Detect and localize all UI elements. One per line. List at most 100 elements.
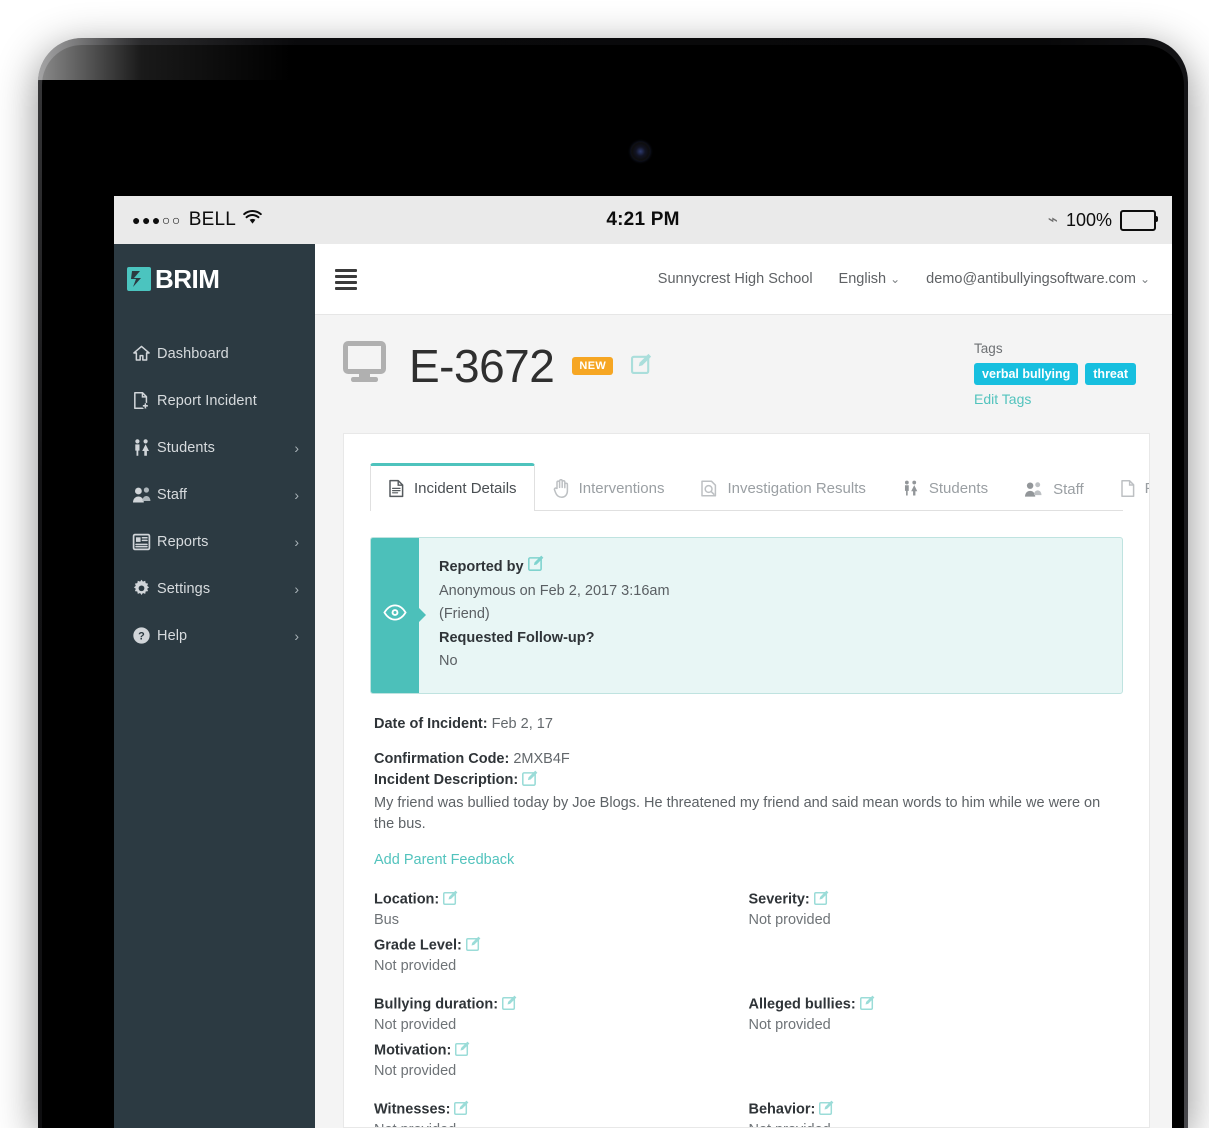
question-icon: ?: [132, 626, 157, 645]
tag-chip[interactable]: verbal bullying: [974, 363, 1078, 385]
edit-title-icon[interactable]: [631, 353, 652, 379]
front-camera-icon: [631, 142, 650, 161]
tab-students[interactable]: Students: [884, 465, 1006, 511]
location-value: Bus: [374, 912, 749, 928]
sidebar-item-label: Staff: [157, 487, 294, 503]
fields-row-1: Location: Bus Grade Level:: [374, 890, 1123, 995]
fields-row-2: Bullying duration: Not provided Motivati…: [374, 995, 1123, 1100]
edit-witnesses-icon[interactable]: [454, 1100, 469, 1119]
sidebar-item-settings[interactable]: Settings ›: [114, 565, 315, 612]
sidebar-item-label: Dashboard: [157, 346, 299, 362]
tab-label: Investigation Results: [727, 480, 865, 497]
behavior-label: Behavior:: [749, 1101, 816, 1117]
witnesses-label: Witnesses:: [374, 1101, 450, 1117]
svg-text:?: ?: [138, 631, 145, 643]
fields-row-3: Witnesses: Not provided Staff notified?:: [374, 1100, 1123, 1128]
tab-interventions[interactable]: Interventions: [535, 465, 683, 511]
status-clock: 4:21 PM: [114, 209, 1172, 231]
tab-label: Students: [929, 480, 988, 497]
status-badge: NEW: [572, 357, 613, 375]
page-header-left: E-3672 NEW: [343, 341, 652, 390]
edit-location-icon[interactable]: [443, 890, 458, 909]
confirmation-code-value: 2MXB4F: [513, 751, 569, 767]
fields-col-right: Alleged bullies: Not provided: [749, 995, 1124, 1100]
sidebar-item-label: Reports: [157, 534, 294, 550]
sidebar: BRIM Dashboard Report Incident: [114, 244, 315, 1128]
edit-description-icon[interactable]: [522, 770, 538, 790]
edit-alleged-bullies-icon[interactable]: [860, 995, 875, 1014]
grade-level-value: Not provided: [374, 958, 749, 974]
fields-col-right: Severity: Not provided: [749, 890, 1124, 995]
reported-by-heading: Reported by: [439, 555, 670, 580]
witnesses-group: Witnesses: Not provided Staff notified?:: [374, 1100, 749, 1128]
edit-bullying-duration-icon[interactable]: [502, 995, 517, 1014]
motivation-value: Not provided: [374, 1063, 749, 1079]
app-root: BRIM Dashboard Report Incident: [114, 244, 1172, 1128]
bullying-duration-label: Bullying duration:: [374, 996, 498, 1012]
edit-severity-icon[interactable]: [814, 890, 829, 909]
chevron-right-icon: ›: [294, 534, 299, 550]
severity-value: Not provided: [749, 912, 1124, 928]
tab-investigation-results[interactable]: Investigation Results: [682, 465, 883, 511]
reported-by-panel: Reported by Anonymous on Feb 2, 2017 3:1…: [370, 537, 1123, 694]
sidebar-item-report-incident[interactable]: Report Incident: [114, 377, 315, 424]
ios-status-bar: ●●●○○ BELL 4:21 PM ⌁ 100%: [114, 196, 1172, 244]
sidebar-item-help[interactable]: ? Help ›: [114, 612, 315, 659]
tags-section: Tags verbal bullying threat Edit Tags: [974, 341, 1150, 409]
date-of-incident-row: Date of Incident: Feb 2, 17: [374, 716, 1123, 732]
behavior-value: Not provided: [749, 1122, 1124, 1128]
sidebar-item-students[interactable]: Students ›: [114, 424, 315, 471]
tab-label: Interventions: [579, 480, 665, 497]
location-group: Location: Bus Grade Level:: [374, 890, 749, 974]
tag-list: verbal bullying threat: [974, 363, 1136, 385]
sidebar-item-staff[interactable]: Staff ›: [114, 471, 315, 518]
fields-col-left: Location: Bus Grade Level:: [374, 890, 749, 995]
duration-group: Bullying duration: Not provided Motivati…: [374, 995, 749, 1079]
followup-label: Requested Follow-up?: [439, 627, 670, 650]
chevron-down-icon: ⌄: [1140, 272, 1150, 286]
panel-accent-strip: [371, 538, 419, 693]
chevron-right-icon: ›: [294, 581, 299, 597]
tag-chip[interactable]: threat: [1085, 363, 1136, 385]
page-title: E-3672: [409, 343, 554, 389]
date-of-incident-label: Date of Incident:: [374, 716, 488, 732]
reported-by-label: Reported by: [439, 559, 524, 575]
chevron-right-icon: ›: [294, 628, 299, 644]
incident-description-row: Incident Description:: [374, 770, 1123, 790]
sidebar-item-label: Students: [157, 440, 294, 456]
main-content: Sunnycrest High School English⌄ demo@ant…: [315, 244, 1172, 1128]
edit-behavior-icon[interactable]: [819, 1100, 834, 1119]
staff-icon: [1024, 480, 1044, 498]
reporter-relationship: (Friend): [439, 603, 670, 626]
brim-logo[interactable]: BRIM: [114, 244, 315, 314]
gear-icon: [132, 579, 157, 598]
tablet-screen: ●●●○○ BELL 4:21 PM ⌁ 100%: [114, 196, 1172, 1128]
account-menu[interactable]: demo@antibullyingsoftware.com⌄: [926, 271, 1150, 287]
top-bar-right: Sunnycrest High School English⌄ demo@ant…: [658, 271, 1150, 287]
edit-grade-level-icon[interactable]: [466, 936, 481, 955]
grade-level-label: Grade Level:: [374, 937, 462, 953]
tab-files[interactable]: Files: [1102, 465, 1150, 511]
tab-incident-details[interactable]: Incident Details: [370, 463, 535, 511]
language-selector[interactable]: English⌄: [839, 271, 901, 287]
sidebar-item-dashboard[interactable]: Dashboard: [114, 330, 315, 377]
brim-logo-mark-icon: [127, 267, 151, 291]
severity-label: Severity:: [749, 891, 810, 907]
witnesses-value: Not provided: [374, 1122, 749, 1128]
staff-icon: [132, 485, 157, 504]
edit-tags-link[interactable]: Edit Tags: [974, 391, 1031, 407]
motivation-label: Motivation:: [374, 1042, 451, 1058]
add-parent-feedback-link[interactable]: Add Parent Feedback: [374, 852, 514, 868]
school-name-label: Sunnycrest High School: [658, 271, 813, 287]
home-icon: [132, 344, 157, 363]
reporter-info: Anonymous on Feb 2, 2017 3:16am: [439, 580, 670, 603]
brim-logo-text: BRIM: [155, 264, 219, 295]
edit-motivation-icon[interactable]: [455, 1041, 470, 1060]
severity-group: Severity: Not provided: [749, 890, 1124, 928]
sidebar-item-reports[interactable]: Reports ›: [114, 518, 315, 565]
battery-percent-label: 100%: [1066, 210, 1112, 231]
edit-reported-by-icon[interactable]: [528, 555, 544, 579]
hamburger-icon[interactable]: [335, 269, 357, 290]
tab-staff[interactable]: Staff: [1006, 466, 1102, 511]
status-right: ⌁ 100%: [1048, 210, 1156, 231]
